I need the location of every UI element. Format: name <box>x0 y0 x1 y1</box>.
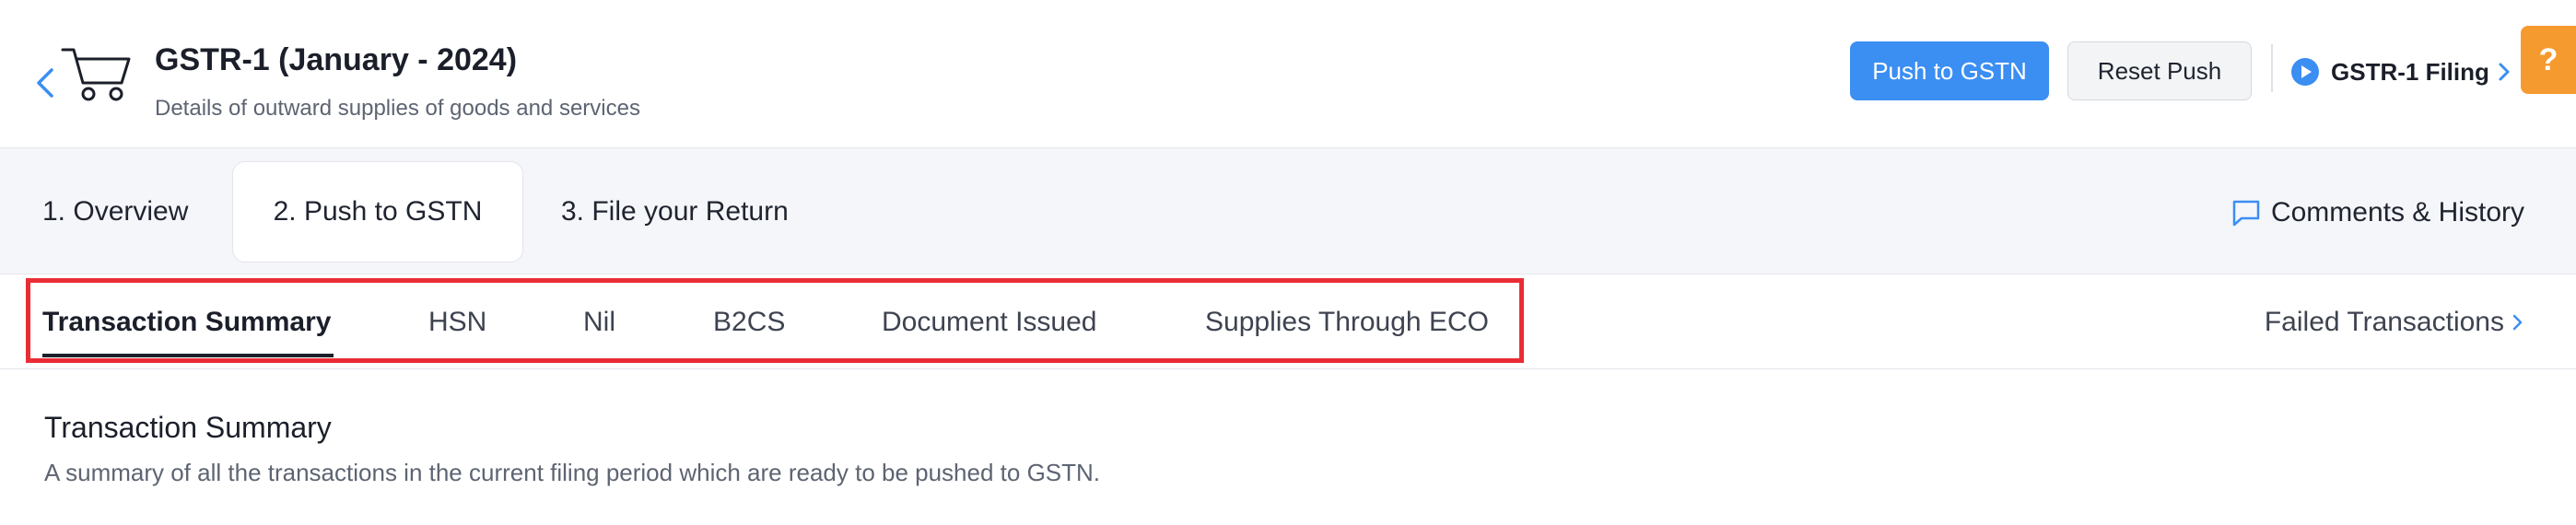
subtab-b2cs[interactable]: B2CS <box>713 302 785 343</box>
active-tab-underline <box>42 354 334 357</box>
subtab-hsn[interactable]: HSN <box>428 302 486 343</box>
chevron-right-icon <box>2512 314 2523 331</box>
page-title: GSTR-1 (January - 2024) <box>155 42 518 77</box>
step-tab-push-to-gstn[interactable]: 2. Push to GSTN <box>232 161 523 262</box>
page-subtitle: Details of outward supplies of goods and… <box>155 96 640 121</box>
failed-transactions-link[interactable]: Failed Transactions <box>2265 302 2524 343</box>
section-description: A summary of all the transactions in the… <box>44 459 1101 486</box>
step-tab-overview[interactable]: 1. Overview <box>42 161 188 262</box>
help-button[interactable]: ? <box>2521 26 2576 94</box>
comment-icon <box>2232 200 2260 227</box>
chevron-left-icon <box>37 68 53 98</box>
subtab-nil[interactable]: Nil <box>583 302 615 343</box>
comments-history-link[interactable]: Comments & History <box>2231 192 2524 233</box>
section-title: Transaction Summary <box>44 411 332 444</box>
play-circle-icon <box>2291 58 2319 86</box>
chevron-right-icon <box>2499 63 2510 81</box>
cart-icon <box>61 48 131 101</box>
header-divider <box>2271 44 2273 92</box>
subtab-document-issued[interactable]: Document Issued <box>882 302 1096 343</box>
back-button[interactable] <box>31 64 59 101</box>
step-tab-file-return[interactable]: 3. File your Return <box>561 161 789 262</box>
failed-transactions-label: Failed Transactions <box>2264 307 2504 337</box>
gstr1-filing-link[interactable]: GSTR-1 Filing <box>2290 52 2512 92</box>
sub-tabs: Transaction Summary HSN Nil B2CS Documen… <box>0 274 2576 369</box>
subtab-transaction-summary[interactable]: Transaction Summary <box>42 302 331 343</box>
subtab-supplies-through-eco[interactable]: Supplies Through ECO <box>1205 302 1489 343</box>
step-tabs: 1. Overview 2. Push to GSTN 3. File your… <box>0 148 2576 274</box>
comments-history-label: Comments & History <box>2270 197 2524 228</box>
reset-push-button[interactable]: Reset Push <box>2067 41 2252 100</box>
page-header: GSTR-1 (January - 2024) Details of outwa… <box>0 0 2576 148</box>
push-to-gstn-button[interactable]: Push to GSTN <box>1850 41 2049 100</box>
gstr1-filing-label: GSTR-1 Filing <box>2331 57 2489 86</box>
